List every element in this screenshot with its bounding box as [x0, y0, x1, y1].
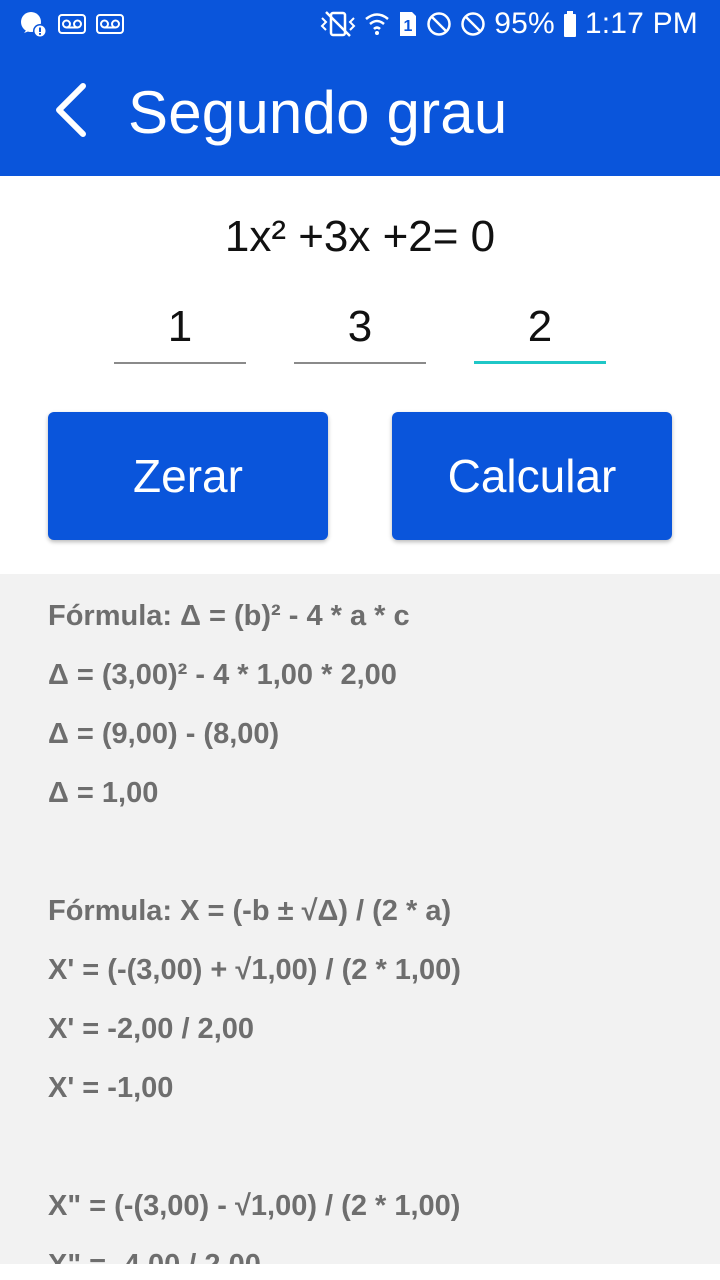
clock: 1:17 PM — [584, 7, 698, 40]
sim-icon: 1 — [398, 10, 418, 38]
coefficient-b-field[interactable] — [294, 292, 426, 364]
x2-simplified: X" = -4,00 / 2,00 — [48, 1249, 261, 1264]
status-bar: 1 95% 1:17 PM — [0, 0, 720, 48]
status-bar-right: 1 95% 1:17 PM — [320, 9, 698, 39]
reset-button[interactable]: Zerar — [48, 412, 328, 540]
x1-substitution: X' = (-(3,00) + √1,00) / (2 * 1,00) — [48, 954, 461, 986]
app-bar: Segundo grau — [0, 48, 720, 176]
status-bar-left — [18, 9, 124, 39]
messenger-icon — [18, 9, 48, 39]
page-title: Segundo grau — [128, 78, 508, 146]
coefficient-c-field[interactable] — [474, 292, 606, 364]
bottom-edge — [0, 1264, 720, 1280]
voicemail-icon — [96, 14, 124, 34]
wifi-icon — [364, 10, 390, 38]
results-panel: Fórmula: Δ = (b)² - 4 * a * c Δ = (3,00)… — [0, 574, 720, 1264]
back-chevron-icon — [53, 82, 89, 143]
back-button[interactable] — [0, 48, 110, 176]
coefficient-a-field[interactable] — [114, 292, 246, 364]
battery-icon — [563, 10, 577, 38]
delta-substitution: Δ = (3,00)² - 4 * 1,00 * 2,00 — [48, 659, 397, 691]
svg-text:1: 1 — [404, 18, 413, 35]
delta-simplified: Δ = (9,00) - (8,00) — [48, 718, 280, 750]
coefficient-a-input[interactable] — [114, 292, 246, 364]
coefficient-b-input[interactable] — [294, 292, 426, 364]
x1-result: X' = -1,00 — [48, 1072, 174, 1104]
delta-result: Δ = 1,00 — [48, 777, 159, 809]
vibrate-icon — [320, 10, 356, 38]
x2-substitution: X" = (-(3,00) - √1,00) / (2 * 1,00) — [48, 1190, 461, 1222]
delta-formula: Fórmula: Δ = (b)² - 4 * a * c — [48, 600, 410, 632]
coefficient-c-input[interactable] — [474, 292, 606, 364]
blocked-icon — [426, 11, 452, 37]
equation-display: 1x² +3x +2= 0 — [224, 212, 496, 261]
blocked-icon — [460, 11, 486, 37]
voicemail-icon — [58, 14, 86, 34]
battery-percent: 95% — [494, 7, 555, 40]
x1-simplified: X' = -2,00 / 2,00 — [48, 1013, 255, 1045]
calculate-button[interactable]: Calcular — [392, 412, 672, 540]
bhaskara-formula: Fórmula: X = (-b ± √Δ) / (2 * a) — [48, 895, 452, 927]
